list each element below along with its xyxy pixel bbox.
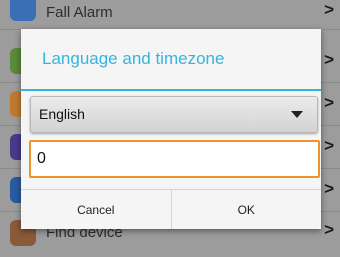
dialog-button-bar: Cancel OK	[21, 189, 321, 229]
chevron-right-icon: >	[324, 179, 334, 198]
language-timezone-dialog: Language and timezone English Cancel OK	[21, 29, 321, 229]
chevron-right-icon: >	[324, 136, 334, 155]
cancel-button[interactable]: Cancel	[21, 190, 171, 229]
timezone-input[interactable]	[29, 140, 320, 178]
language-select[interactable]: English	[30, 96, 318, 133]
ok-button[interactable]: OK	[170, 190, 322, 229]
chevron-right-icon: >	[324, 93, 334, 112]
list-item-label: Fall Alarm	[46, 4, 113, 21]
chevron-right-icon: >	[324, 220, 334, 239]
list-item-fall-alarm[interactable]: Fall Alarm >	[0, 0, 340, 30]
language-select-value: English	[39, 106, 85, 122]
chevron-right-icon: >	[324, 50, 334, 69]
dropdown-arrow-icon	[291, 111, 303, 118]
chevron-right-icon: >	[324, 0, 334, 19]
dialog-title: Language and timezone	[42, 49, 225, 68]
fall-alarm-icon	[10, 0, 36, 21]
title-divider	[21, 89, 321, 91]
